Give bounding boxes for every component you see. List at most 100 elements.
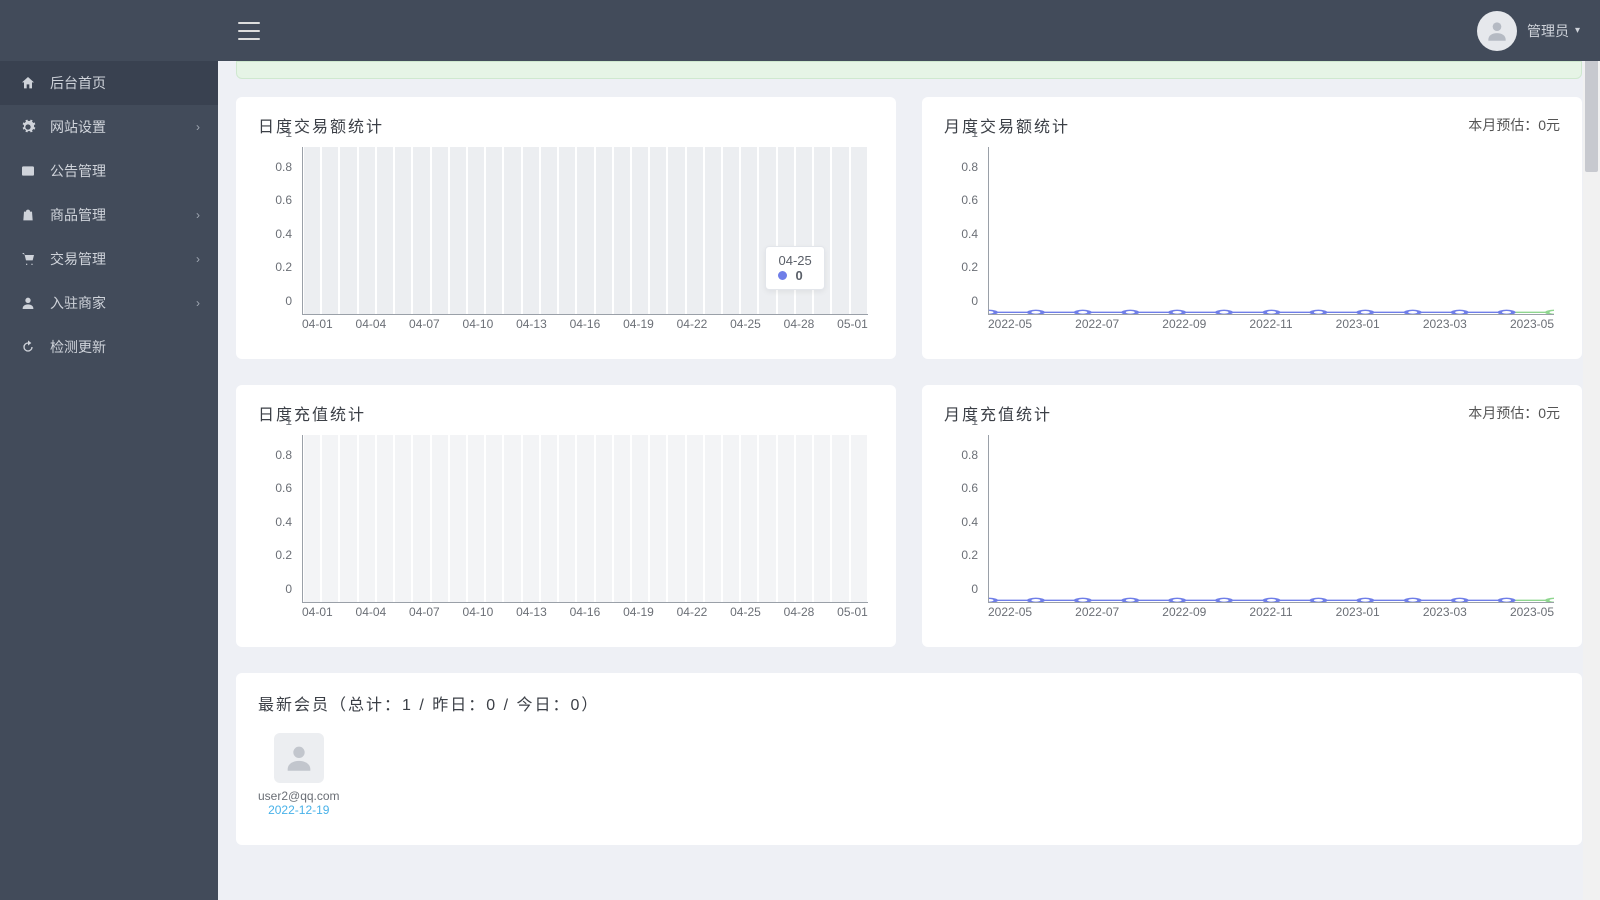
bar — [650, 147, 666, 314]
bar — [650, 435, 666, 602]
card-title: 日度充值统计 — [258, 401, 366, 425]
x-tick: 2022-07 — [1075, 317, 1119, 337]
member-avatar-icon — [274, 733, 324, 783]
x-tick: 04-01 — [302, 317, 333, 337]
members-title: 最新会员（总计：1 / 昨日：0 / 今日：0） — [258, 691, 1560, 715]
card-title: 月度充值统计 — [944, 401, 1052, 425]
bag-icon — [20, 207, 36, 223]
bar — [668, 147, 684, 314]
bar — [778, 435, 794, 602]
bar — [413, 147, 429, 314]
bar — [523, 147, 539, 314]
scrollbar[interactable] — [1583, 0, 1600, 900]
x-tick: 04-01 — [302, 605, 333, 625]
bar — [596, 435, 612, 602]
sidebar-item-label: 公告管理 — [50, 161, 106, 181]
y-tick: 1 — [285, 126, 292, 140]
card-title: 月度交易额统计 — [944, 113, 1070, 137]
chart-monthly-trade[interactable]: 00.20.40.60.81 2022-052022-072022-092022… — [944, 147, 1560, 337]
sidebar-item-news[interactable]: 公告管理 — [0, 149, 218, 193]
bar — [523, 435, 539, 602]
member-item[interactable]: user2@qq.com2022-12-19 — [258, 733, 340, 817]
card-daily-topup: 日度充值统计 00.20.40.60.81 04-0104-0404-0704-… — [236, 385, 896, 647]
x-tick: 04-04 — [356, 605, 387, 625]
x-tick: 04-04 — [356, 317, 387, 337]
chevron-right-icon: › — [196, 296, 200, 310]
bar — [596, 147, 612, 314]
cart-icon — [20, 251, 36, 267]
bar — [450, 435, 466, 602]
user-label: 管理员 — [1527, 21, 1569, 41]
sidebar: 后台首页网站设置›公告管理商品管理›交易管理›入驻商家›检测更新 — [0, 61, 218, 900]
bar — [687, 435, 703, 602]
user-menu[interactable]: 管理员 ▾ — [1477, 11, 1580, 51]
x-tick: 04-10 — [463, 605, 494, 625]
refresh-icon — [20, 339, 36, 355]
chart-daily-trade[interactable]: 00.20.40.60.81 04-0104-0404-0704-1004-13… — [258, 147, 874, 337]
bar — [577, 435, 593, 602]
y-tick: 0 — [971, 582, 978, 596]
bar — [796, 435, 812, 602]
bar — [759, 435, 775, 602]
x-tick: 04-16 — [570, 605, 601, 625]
x-tick: 04-10 — [463, 317, 494, 337]
main-content: 日度交易额统计 00.20.40.60.81 04-0104-0404-0704… — [218, 61, 1600, 900]
y-tick: 0 — [971, 294, 978, 308]
x-tick: 04-13 — [516, 605, 547, 625]
bar — [851, 147, 867, 314]
card-monthly-trade: 月度交易额统计 本月预估：0元 00.20.40.60.81 — [922, 97, 1582, 359]
menu-toggle-button[interactable] — [238, 22, 260, 40]
bar — [668, 435, 684, 602]
y-tick: 1 — [971, 126, 978, 140]
chevron-right-icon: › — [196, 252, 200, 266]
tooltip-label: 04-25 — [778, 253, 811, 268]
sidebar-item-gear[interactable]: 网站设置› — [0, 105, 218, 149]
x-tick: 2022-09 — [1162, 317, 1206, 337]
chart-monthly-topup[interactable]: 00.20.40.60.81 2022-052022-072022-092022… — [944, 435, 1560, 625]
bar — [705, 435, 721, 602]
y-tick: 1 — [971, 414, 978, 428]
x-tick: 04-07 — [409, 605, 440, 625]
y-tick: 0.4 — [961, 515, 978, 529]
bar — [486, 147, 502, 314]
series-dot-icon — [778, 271, 787, 280]
x-tick: 04-28 — [784, 605, 815, 625]
news-icon — [20, 163, 36, 179]
y-tick: 0.8 — [961, 160, 978, 174]
chart-daily-topup[interactable]: 00.20.40.60.81 04-0104-0404-0704-1004-13… — [258, 435, 874, 625]
card-members: 最新会员（总计：1 / 昨日：0 / 今日：0） user2@qq.com202… — [236, 673, 1582, 845]
sidebar-item-refresh[interactable]: 检测更新 — [0, 325, 218, 369]
y-tick: 0.2 — [961, 260, 978, 274]
x-tick: 2023-01 — [1336, 317, 1380, 337]
y-tick: 0.4 — [275, 227, 292, 241]
x-tick: 2022-09 — [1162, 605, 1206, 625]
bar — [450, 147, 466, 314]
sidebar-item-bag[interactable]: 商品管理› — [0, 193, 218, 237]
y-tick: 0.2 — [961, 548, 978, 562]
sidebar-item-person[interactable]: 入驻商家› — [0, 281, 218, 325]
bar — [577, 147, 593, 314]
bar — [741, 435, 757, 602]
sidebar-item-cart[interactable]: 交易管理› — [0, 237, 218, 281]
x-tick: 2022-05 — [988, 317, 1032, 337]
bar — [304, 435, 320, 602]
x-tick: 2022-11 — [1249, 605, 1292, 625]
sidebar-item-home[interactable]: 后台首页 — [0, 61, 218, 105]
bar — [504, 435, 520, 602]
bar — [322, 147, 338, 314]
tooltip-value: 0 — [795, 268, 802, 283]
bar — [632, 435, 648, 602]
bar — [559, 435, 575, 602]
y-tick: 0.4 — [275, 515, 292, 529]
card-daily-trade: 日度交易额统计 00.20.40.60.81 04-0104-0404-0704… — [236, 97, 896, 359]
notice-strip — [236, 61, 1582, 79]
x-tick: 04-13 — [516, 317, 547, 337]
y-tick: 0.4 — [961, 227, 978, 241]
x-tick: 2022-05 — [988, 605, 1032, 625]
sidebar-item-label: 商品管理 — [50, 205, 106, 225]
x-tick: 04-28 — [784, 317, 815, 337]
caret-down-icon: ▾ — [1575, 25, 1580, 36]
bar — [705, 147, 721, 314]
x-tick: 2023-05 — [1510, 605, 1554, 625]
y-tick: 0.8 — [961, 448, 978, 462]
